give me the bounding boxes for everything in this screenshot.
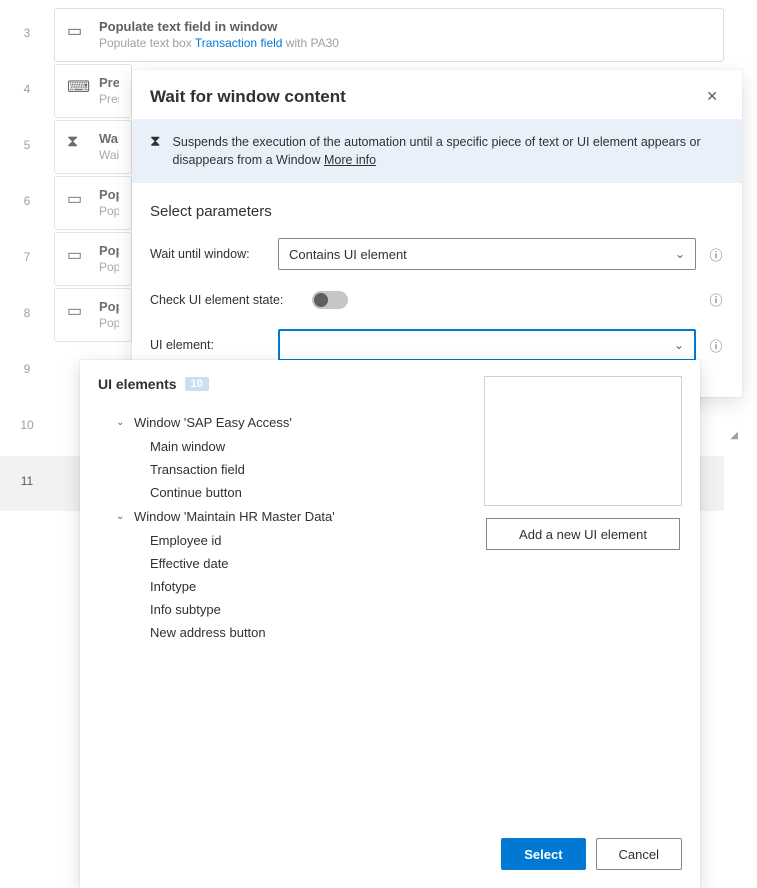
- wait-until-dropdown[interactable]: Contains UI element ⌄: [278, 238, 696, 270]
- panel-title: UI elements: [98, 376, 177, 392]
- section-heading: Select parameters: [132, 183, 742, 228]
- dropdown-value: Contains UI element: [289, 247, 407, 262]
- tree-item[interactable]: Effective date: [150, 552, 682, 575]
- ui-element-label: UI element:: [150, 338, 266, 352]
- dialog-title: Wait for window content: [150, 87, 346, 107]
- step-subtitle: Populate text box Transaction field with…: [99, 35, 339, 51]
- ui-element-link[interactable]: Transaction field: [195, 36, 283, 50]
- ui-element-dropdown[interactable]: ⌄: [278, 329, 696, 361]
- chevron-down-icon: ⌄: [116, 417, 128, 428]
- wait-until-label: Wait until window:: [150, 247, 266, 261]
- element-preview: [484, 376, 682, 506]
- elements-count-badge: 10: [185, 377, 209, 391]
- help-icon[interactable]: ⓘ: [708, 290, 724, 309]
- tree-item[interactable]: New address button: [150, 621, 682, 644]
- action-dialog: Wait for window content ✕ ⧗ Suspends the…: [132, 70, 742, 397]
- resize-handle-icon[interactable]: ◢: [730, 430, 738, 441]
- chevron-down-icon: ⌄: [675, 247, 685, 261]
- help-icon[interactable]: ⓘ: [708, 336, 724, 355]
- ui-elements-panel: UI elements 10 ⌄ Window 'SAP Easy Access…: [80, 360, 700, 888]
- step-row-3[interactable]: 3 ▭ Populate text field in window Popula…: [0, 8, 724, 63]
- chevron-down-icon: ⌄: [674, 338, 684, 352]
- hourglass-icon: ⧗: [67, 131, 87, 151]
- help-icon[interactable]: ⓘ: [708, 245, 724, 264]
- tree-item[interactable]: Infotype: [150, 575, 682, 598]
- check-state-toggle[interactable]: [312, 291, 348, 309]
- cancel-button[interactable]: Cancel: [596, 838, 682, 870]
- hourglass-icon: ⧗: [150, 133, 161, 169]
- step-number: 3: [0, 8, 54, 40]
- info-banner: ⧗ Suspends the execution of the automati…: [132, 119, 742, 183]
- keyboard-icon: ⌨: [67, 75, 87, 97]
- chevron-down-icon: ⌄: [116, 511, 128, 522]
- window-icon: ▭: [67, 19, 87, 41]
- select-button[interactable]: Select: [501, 838, 585, 870]
- window-icon: ▭: [67, 243, 87, 265]
- window-icon: ▭: [67, 299, 87, 321]
- close-icon[interactable]: ✕: [700, 84, 724, 109]
- add-ui-element-button[interactable]: Add a new UI element: [486, 518, 680, 550]
- window-icon: ▭: [67, 187, 87, 209]
- step-title: Populate text field in window: [99, 19, 339, 35]
- check-state-label: Check UI element state:: [150, 293, 300, 307]
- tree-item[interactable]: Info subtype: [150, 598, 682, 621]
- more-info-link[interactable]: More info: [324, 153, 376, 167]
